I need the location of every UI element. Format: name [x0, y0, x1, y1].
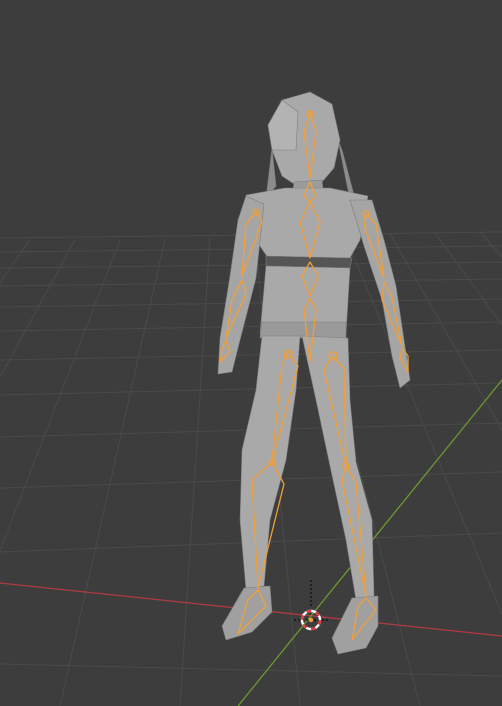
3d-viewport[interactable] — [0, 0, 502, 706]
viewport-canvas[interactable] — [0, 0, 502, 706]
cursor-center — [308, 617, 314, 623]
hip-shade — [259, 321, 347, 339]
